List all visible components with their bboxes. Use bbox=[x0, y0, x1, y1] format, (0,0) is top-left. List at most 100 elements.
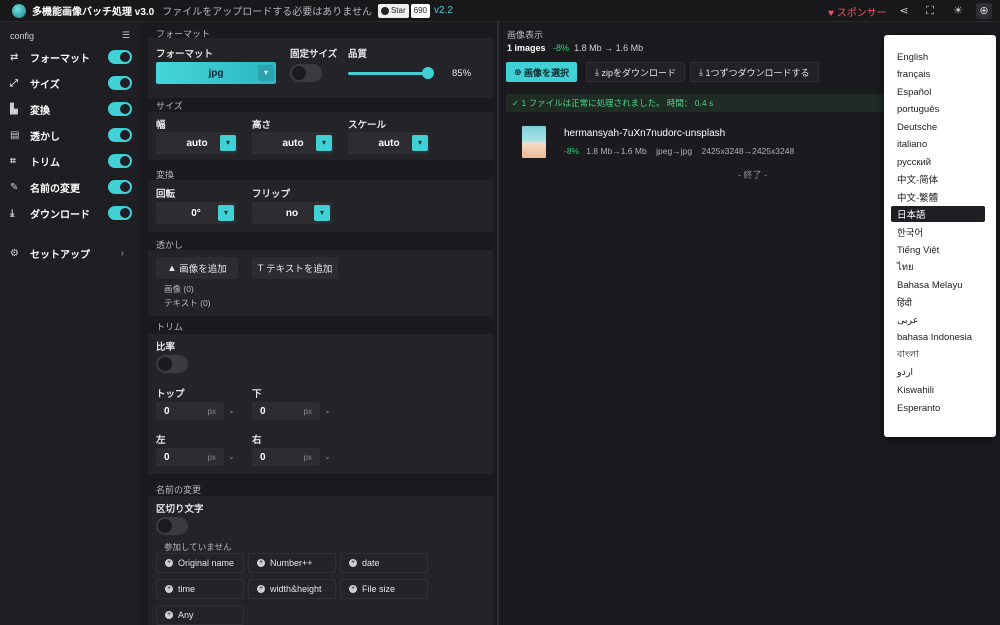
flip-select[interactable]: no ▾ bbox=[252, 202, 332, 224]
chip-width-height[interactable]: + width&height bbox=[248, 579, 336, 599]
language-item[interactable]: বাংলা bbox=[891, 347, 985, 363]
select-image-button[interactable]: ⊕ 画像を選択 bbox=[506, 62, 578, 82]
chip-label: Number++ bbox=[270, 558, 313, 568]
list-end-label: - 終了 - bbox=[738, 170, 767, 180]
scale-label: スケール bbox=[348, 120, 387, 131]
file-thumbnail[interactable] bbox=[522, 126, 546, 158]
rename-icon: ✎ bbox=[10, 181, 19, 193]
sidebar-item-transform[interactable]: ▙ 変換 bbox=[10, 100, 132, 118]
unit-label: px bbox=[303, 452, 312, 462]
sponsor-link[interactable]: ♥ スポンサー bbox=[828, 4, 887, 19]
format-toggle[interactable] bbox=[108, 50, 132, 64]
flip-value: no bbox=[285, 207, 299, 219]
sidebar-item-watermark[interactable]: ▤ 透かし bbox=[10, 126, 132, 144]
language-item[interactable]: bahasa Indonesia bbox=[891, 329, 985, 345]
sun-icon[interactable]: ☀ bbox=[950, 3, 966, 19]
screenshot-icon[interactable]: ⛶ bbox=[922, 3, 938, 19]
language-item[interactable]: English bbox=[891, 49, 985, 65]
language-item[interactable]: हिंदी bbox=[891, 294, 985, 310]
bottom-input[interactable]: 0 px bbox=[252, 402, 320, 420]
sidebar-item-rename[interactable]: ✎ 名前の変更 bbox=[10, 178, 132, 196]
height-select[interactable]: auto ▾ bbox=[252, 132, 334, 154]
panel-divider[interactable] bbox=[497, 22, 499, 625]
plus-icon: + bbox=[165, 559, 173, 567]
share-icon[interactable]: ⋖ bbox=[896, 3, 912, 19]
language-item[interactable]: italiano bbox=[891, 136, 985, 152]
watermark-toggle[interactable] bbox=[108, 128, 132, 142]
download-toggle[interactable] bbox=[108, 206, 132, 220]
resize-icon: ⤢ bbox=[10, 77, 18, 89]
sidebar-item-label: ダウンロード bbox=[30, 209, 90, 221]
sidebar-item-format[interactable]: ⇄ フォーマット bbox=[10, 48, 132, 66]
add-image-watermark-button[interactable]: ▲ 画像を追加 bbox=[156, 257, 238, 279]
sidebar-item-download[interactable]: ⤓ ダウンロード bbox=[10, 204, 132, 222]
sidebar-item-label: 変換 bbox=[30, 105, 50, 117]
language-item[interactable]: 中文-繁體 bbox=[891, 189, 985, 205]
rename-toggle[interactable] bbox=[108, 180, 132, 194]
sidebar-item-size[interactable]: ⤢ サイズ bbox=[10, 74, 132, 92]
chip-number[interactable]: + Number++ bbox=[248, 553, 336, 573]
language-item[interactable]: português bbox=[891, 101, 985, 117]
separator-toggle[interactable] bbox=[156, 517, 188, 535]
section-title: 名前の変更 bbox=[156, 485, 202, 495]
quality-slider-thumb[interactable] bbox=[422, 67, 434, 79]
language-item-selected[interactable]: 日本語 bbox=[891, 206, 985, 222]
language-item[interactable]: русский bbox=[891, 154, 985, 170]
chevron-down-icon[interactable]: ⌄ bbox=[228, 452, 235, 461]
plus-icon: + bbox=[257, 559, 265, 567]
menu-icon[interactable]: ☰ bbox=[122, 30, 130, 41]
language-item[interactable]: 中文-简体 bbox=[891, 171, 985, 187]
file-formats: jpeg→jpg bbox=[656, 146, 693, 156]
text-watermark-count: テキスト (0) bbox=[164, 298, 211, 308]
chevron-down-icon: ▾ bbox=[316, 135, 332, 151]
language-item[interactable]: Esperanto bbox=[891, 400, 985, 416]
rotate-select[interactable]: 0° ▾ bbox=[156, 202, 236, 224]
fixed-size-toggle[interactable] bbox=[290, 64, 322, 82]
chevron-down-icon[interactable]: ⌄ bbox=[324, 452, 331, 461]
chip-any[interactable]: + Any bbox=[156, 605, 244, 625]
top-input[interactable]: 0 px bbox=[156, 402, 224, 420]
section-title: 変換 bbox=[156, 170, 175, 180]
language-item[interactable]: Tiếng Việt bbox=[891, 242, 985, 258]
language-item[interactable]: 한국어 bbox=[891, 224, 985, 240]
chip-date[interactable]: + date bbox=[340, 553, 428, 573]
add-text-watermark-button[interactable]: T テキストを追加 bbox=[252, 257, 338, 279]
download-zip-button[interactable]: ⤓ zipをダウンロード bbox=[586, 62, 685, 82]
language-item[interactable]: Bahasa Melayu bbox=[891, 277, 985, 293]
ratio-label: 比率 bbox=[156, 342, 176, 353]
language-item[interactable]: Deutsche bbox=[891, 119, 985, 135]
chevron-down-icon[interactable]: ⌄ bbox=[228, 406, 235, 415]
globe-icon[interactable]: ⊕ bbox=[976, 3, 992, 19]
github-star-button[interactable]: Star bbox=[377, 3, 409, 18]
trim-toggle[interactable] bbox=[108, 154, 132, 168]
language-item[interactable]: français bbox=[891, 66, 985, 82]
quality-slider-track[interactable] bbox=[348, 72, 428, 75]
version-link[interactable]: v2.2 bbox=[434, 5, 453, 16]
chip-original-name[interactable]: + Original name bbox=[156, 553, 244, 573]
language-item[interactable]: Español bbox=[891, 84, 985, 100]
language-item[interactable]: اردو bbox=[891, 364, 985, 380]
download-each-button[interactable]: ⤓ 1つずつダウンロードする bbox=[690, 62, 819, 82]
scale-value: auto bbox=[378, 137, 400, 149]
left-input[interactable]: 0 px bbox=[156, 448, 224, 466]
chip-file-size[interactable]: + File size bbox=[340, 579, 428, 599]
width-select[interactable]: auto ▾ bbox=[156, 132, 238, 154]
github-star-label: Star bbox=[390, 6, 406, 15]
format-select[interactable]: jpg ▾ bbox=[156, 62, 276, 84]
scale-select[interactable]: auto ▾ bbox=[348, 132, 430, 154]
language-item[interactable]: Kiswahili bbox=[891, 382, 985, 398]
ratio-toggle[interactable] bbox=[156, 355, 188, 373]
sidebar-item-trim[interactable]: ⌗ トリム bbox=[10, 152, 132, 170]
language-item[interactable]: ไทย bbox=[891, 259, 985, 275]
transform-toggle[interactable] bbox=[108, 102, 132, 116]
language-item[interactable]: عربى bbox=[891, 312, 985, 328]
file-meta: -8% 1.8 Mb→1.6 Mb jpeg→jpg 2425x3248→242… bbox=[564, 146, 794, 156]
chip-time[interactable]: + time bbox=[156, 579, 244, 599]
sidebar-item-setup[interactable]: ⚙ セットアップ › bbox=[10, 244, 132, 262]
github-star-count[interactable]: 690 bbox=[410, 3, 430, 18]
right-input[interactable]: 0 px bbox=[252, 448, 320, 466]
size-toggle[interactable] bbox=[108, 76, 132, 90]
config-panel: フォーマット フォーマット jpg ▾ 固定サイズ 品質 85% サイズ 幅 au… bbox=[148, 22, 493, 625]
chevron-down-icon[interactable]: ⌄ bbox=[324, 406, 331, 415]
height-value: auto bbox=[282, 137, 304, 149]
